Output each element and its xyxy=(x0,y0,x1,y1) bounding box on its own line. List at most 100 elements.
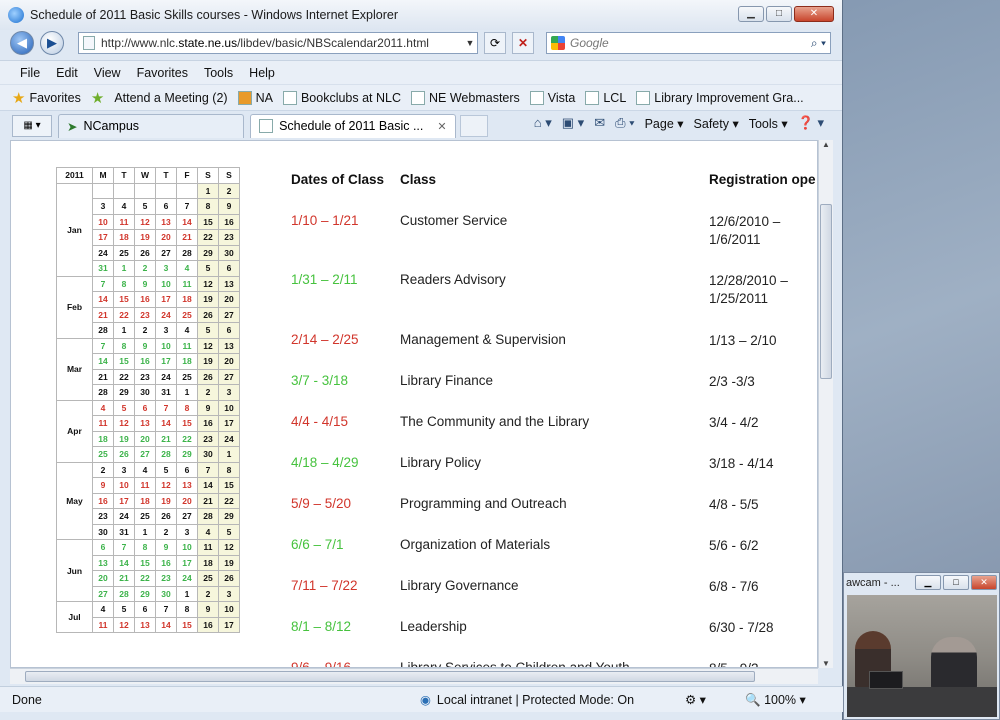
stop-button[interactable]: ✕ xyxy=(512,32,534,54)
calendar-day: 17 xyxy=(176,554,198,571)
class-dates: 8/1 – 8/12 xyxy=(291,619,352,634)
print-icon[interactable]: ⎙ ▾ xyxy=(615,115,634,131)
fav-na[interactable]: NA xyxy=(237,90,273,105)
calendar-day: 15 xyxy=(113,353,135,370)
calendar-day: 18 xyxy=(176,353,198,370)
calendar-day: 22 xyxy=(176,430,198,447)
refresh-button[interactable]: ⟳ xyxy=(484,32,506,54)
calendar-day: 27 xyxy=(176,508,198,525)
webcam-close-button[interactable]: ✕ xyxy=(971,575,997,590)
back-button[interactable]: ◀ xyxy=(10,31,34,55)
search-box[interactable]: Google ⌕ ▾ xyxy=(546,32,831,54)
horizontal-scrollbar[interactable] xyxy=(10,668,818,684)
calendar-day: 19 xyxy=(155,492,177,509)
calendar-day xyxy=(176,182,198,199)
calendar-day: 2 xyxy=(197,384,219,401)
menu-view[interactable]: View xyxy=(86,66,129,80)
protected-mode-icon[interactable]: ⚙ ▾ xyxy=(685,692,735,707)
home-icon[interactable]: ⌂ ▾ xyxy=(534,115,552,131)
fav-lcl[interactable]: LCL xyxy=(585,90,626,105)
safety-menu[interactable]: Safety ▾ xyxy=(694,116,739,131)
calendar-day: 26 xyxy=(197,306,219,323)
calendar-day: 4 xyxy=(113,198,135,215)
tab-ncampus[interactable]: ➤ NCampus xyxy=(58,113,245,138)
vertical-scroll-thumb[interactable] xyxy=(820,204,832,379)
calendar-day: 29 xyxy=(134,585,156,602)
weekday-header: W xyxy=(134,167,156,184)
calendar-day: 15 xyxy=(134,554,156,571)
close-tab-icon[interactable]: ✕ xyxy=(437,120,446,133)
calendar-day: 20 xyxy=(176,492,198,509)
address-bar[interactable]: http://www.nlc.state.ne.us/libdev/basic/… xyxy=(78,32,478,54)
calendar-day: 8 xyxy=(176,601,198,618)
calendar-day: 1 xyxy=(176,585,198,602)
vertical-scrollbar[interactable]: ▲ ▼ xyxy=(818,140,833,668)
calendar-day: 11 xyxy=(113,213,135,230)
help-icon[interactable]: ❓ ▾ xyxy=(798,115,824,131)
calendar-day: 18 xyxy=(134,492,156,509)
calendar-day: 5 xyxy=(155,461,177,478)
weekday-header: M xyxy=(92,167,114,184)
new-tab-button[interactable] xyxy=(459,114,488,137)
menu-tools[interactable]: Tools xyxy=(196,66,241,80)
webcam-maximize-button[interactable]: □ xyxy=(943,575,969,590)
security-zone[interactable]: ◉ Local intranet | Protected Mode: On xyxy=(420,692,685,708)
fav-library-improvement[interactable]: Library Improvement Gra... xyxy=(636,90,804,105)
fav-attend-meeting[interactable]: Attend a Meeting (2) xyxy=(114,91,227,105)
calendar-day: 19 xyxy=(197,291,219,308)
zoom-level[interactable]: 🔍 100% ▾ xyxy=(735,692,806,708)
menu-file[interactable]: File xyxy=(12,66,48,80)
weekday-header: T xyxy=(113,167,135,184)
fav-na-icon xyxy=(237,90,252,105)
page-icon xyxy=(83,36,95,50)
calendar-day: 28 xyxy=(197,508,219,525)
fav-vista[interactable]: Vista xyxy=(529,90,575,105)
registration-dates: 2/3 -3/3 xyxy=(709,373,817,391)
calendar-day: 5 xyxy=(218,523,240,540)
registration-line-2: 1/25/2011 xyxy=(709,291,769,306)
menu-edit[interactable]: Edit xyxy=(48,66,86,80)
weekday-header: S xyxy=(197,167,219,184)
class-dates: 3/7 - 3/18 xyxy=(291,373,349,388)
class-dates: 4/18 – 4/29 xyxy=(291,455,359,470)
menu-favorites[interactable]: Favorites xyxy=(129,66,196,80)
maximize-button[interactable]: □ xyxy=(766,6,792,22)
horizontal-scroll-thumb[interactable] xyxy=(25,671,755,682)
fav-bookclubs[interactable]: Bookclubs at NLC xyxy=(282,90,401,105)
close-button[interactable]: ✕ xyxy=(794,6,834,22)
calendar-day: 27 xyxy=(134,446,156,463)
page-menu[interactable]: Page ▾ xyxy=(645,116,684,131)
address-dropdown-icon[interactable]: ▼ xyxy=(463,38,477,48)
calendar-day: 6 xyxy=(92,539,114,556)
webcam-minimize-button[interactable]: ▁ xyxy=(915,575,941,590)
calendar-day: 6 xyxy=(176,461,198,478)
favorites-button[interactable]: ★ Favorites xyxy=(12,89,81,107)
tab-schedule[interactable]: Schedule of 2011 Basic ... ✕ xyxy=(250,113,456,138)
calendar-day: 25 xyxy=(176,368,198,385)
calendar-day: 16 xyxy=(197,616,219,633)
calendar-day: 10 xyxy=(155,275,177,292)
quick-tabs-button[interactable]: ▦ ▾ xyxy=(12,114,52,137)
calendar-day: 17 xyxy=(113,492,135,509)
feeds-icon[interactable]: ▣ ▾ xyxy=(562,115,584,131)
calendar-day: 26 xyxy=(155,508,177,525)
tools-menu[interactable]: Tools ▾ xyxy=(749,116,788,131)
webcam-video xyxy=(847,595,997,717)
status-text: Done xyxy=(12,692,42,707)
calendar-day: 25 xyxy=(134,508,156,525)
menu-help[interactable]: Help xyxy=(241,66,283,80)
calendar-day: 5 xyxy=(197,322,219,339)
search-icon[interactable]: ⌕ ▾ xyxy=(811,36,826,51)
add-favorite-icon[interactable]: ★ xyxy=(91,89,104,107)
fav-ne-webmasters[interactable]: NE Webmasters xyxy=(411,90,520,105)
intranet-icon: ◉ xyxy=(420,693,431,707)
scroll-up-icon[interactable]: ▲ xyxy=(819,140,833,149)
calendar-day: 10 xyxy=(218,399,240,416)
calendar-day: 15 xyxy=(197,213,219,230)
minimize-button[interactable]: ▁ xyxy=(738,6,764,22)
scroll-down-icon[interactable]: ▼ xyxy=(819,659,833,668)
calendar-day: 4 xyxy=(92,399,114,416)
mail-icon[interactable]: ✉ xyxy=(594,115,605,131)
calendar-day: 24 xyxy=(176,570,198,587)
forward-button[interactable]: ▶ xyxy=(40,31,64,55)
